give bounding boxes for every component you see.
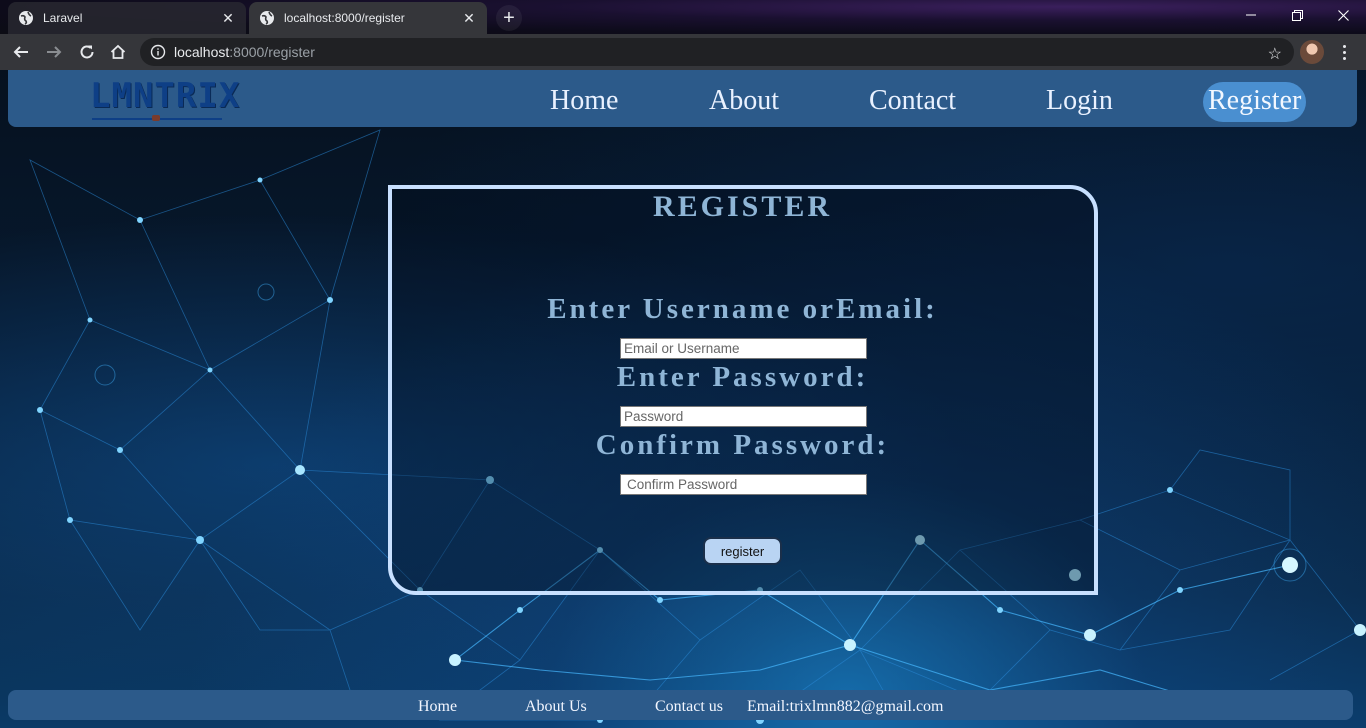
footer-email: Email:trixlmn882@gmail.com <box>747 698 944 715</box>
password-label: Enter Password: <box>616 361 869 393</box>
profile-avatar[interactable] <box>1300 40 1324 64</box>
nav-about[interactable]: About <box>709 82 779 122</box>
form-title: REGISTER <box>652 190 833 223</box>
nav-home[interactable]: Home <box>550 82 618 122</box>
register-button[interactable]: register <box>703 537 782 565</box>
footer-home-link[interactable]: Home <box>418 698 457 716</box>
page-viewport: LMNTRIX Home About Contact Login Registe… <box>0 70 1366 728</box>
tab-laravel[interactable]: Laravel ✕ <box>8 2 246 34</box>
close-icon[interactable]: ✕ <box>461 10 477 26</box>
arrow-left-icon <box>13 46 28 58</box>
forward-button[interactable] <box>42 40 66 64</box>
address-bar[interactable]: localhost:8000/register ☆ <box>140 38 1294 66</box>
nav-register[interactable]: Register <box>1203 82 1307 122</box>
reload-button[interactable] <box>75 40 99 64</box>
url-path: :8000/register <box>229 44 315 60</box>
back-button[interactable] <box>9 40 33 64</box>
footer-about-link[interactable]: About Us <box>525 698 587 716</box>
close-icon[interactable]: ✕ <box>220 10 236 26</box>
nav-login[interactable]: Login <box>1046 82 1113 122</box>
nav-contact[interactable]: Contact <box>869 82 956 122</box>
menu-icon[interactable] <box>1336 40 1352 64</box>
browser-toolbar: localhost:8000/register ☆ <box>0 34 1366 70</box>
footer-contact-link[interactable]: Contact us <box>655 698 723 716</box>
globe-icon <box>259 10 275 26</box>
new-tab-button[interactable]: + <box>496 5 522 31</box>
confirm-password-label: Confirm Password: <box>595 429 890 461</box>
tab-title: Laravel <box>43 11 83 25</box>
confirm-password-input[interactable] <box>620 474 867 495</box>
close-window-button[interactable] <box>1320 0 1366 30</box>
browser-tabstrip: Laravel ✕ localhost:8000/register ✕ + <box>0 0 1366 34</box>
username-label: Enter Username orEmail: <box>547 293 938 325</box>
site-logo[interactable]: LMNTRIX <box>90 74 241 122</box>
tab-register[interactable]: localhost:8000/register ✕ <box>249 2 487 34</box>
url-host: localhost <box>174 44 230 60</box>
username-input[interactable] <box>620 338 867 359</box>
home-button[interactable] <box>106 40 130 64</box>
reload-icon <box>80 45 94 59</box>
logo-text: LMNTRIX <box>90 76 241 116</box>
home-icon <box>110 44 126 59</box>
globe-icon <box>18 10 34 26</box>
minimize-button[interactable] <box>1228 0 1274 30</box>
site-navbar: LMNTRIX <box>8 70 1357 127</box>
tab-title: localhost:8000/register <box>284 11 405 25</box>
restore-button[interactable] <box>1274 0 1320 30</box>
star-icon[interactable]: ☆ <box>1268 44 1282 64</box>
info-icon[interactable] <box>150 44 166 60</box>
password-input[interactable] <box>620 406 867 427</box>
arrow-right-icon <box>47 46 62 58</box>
logo-mark <box>152 115 160 121</box>
